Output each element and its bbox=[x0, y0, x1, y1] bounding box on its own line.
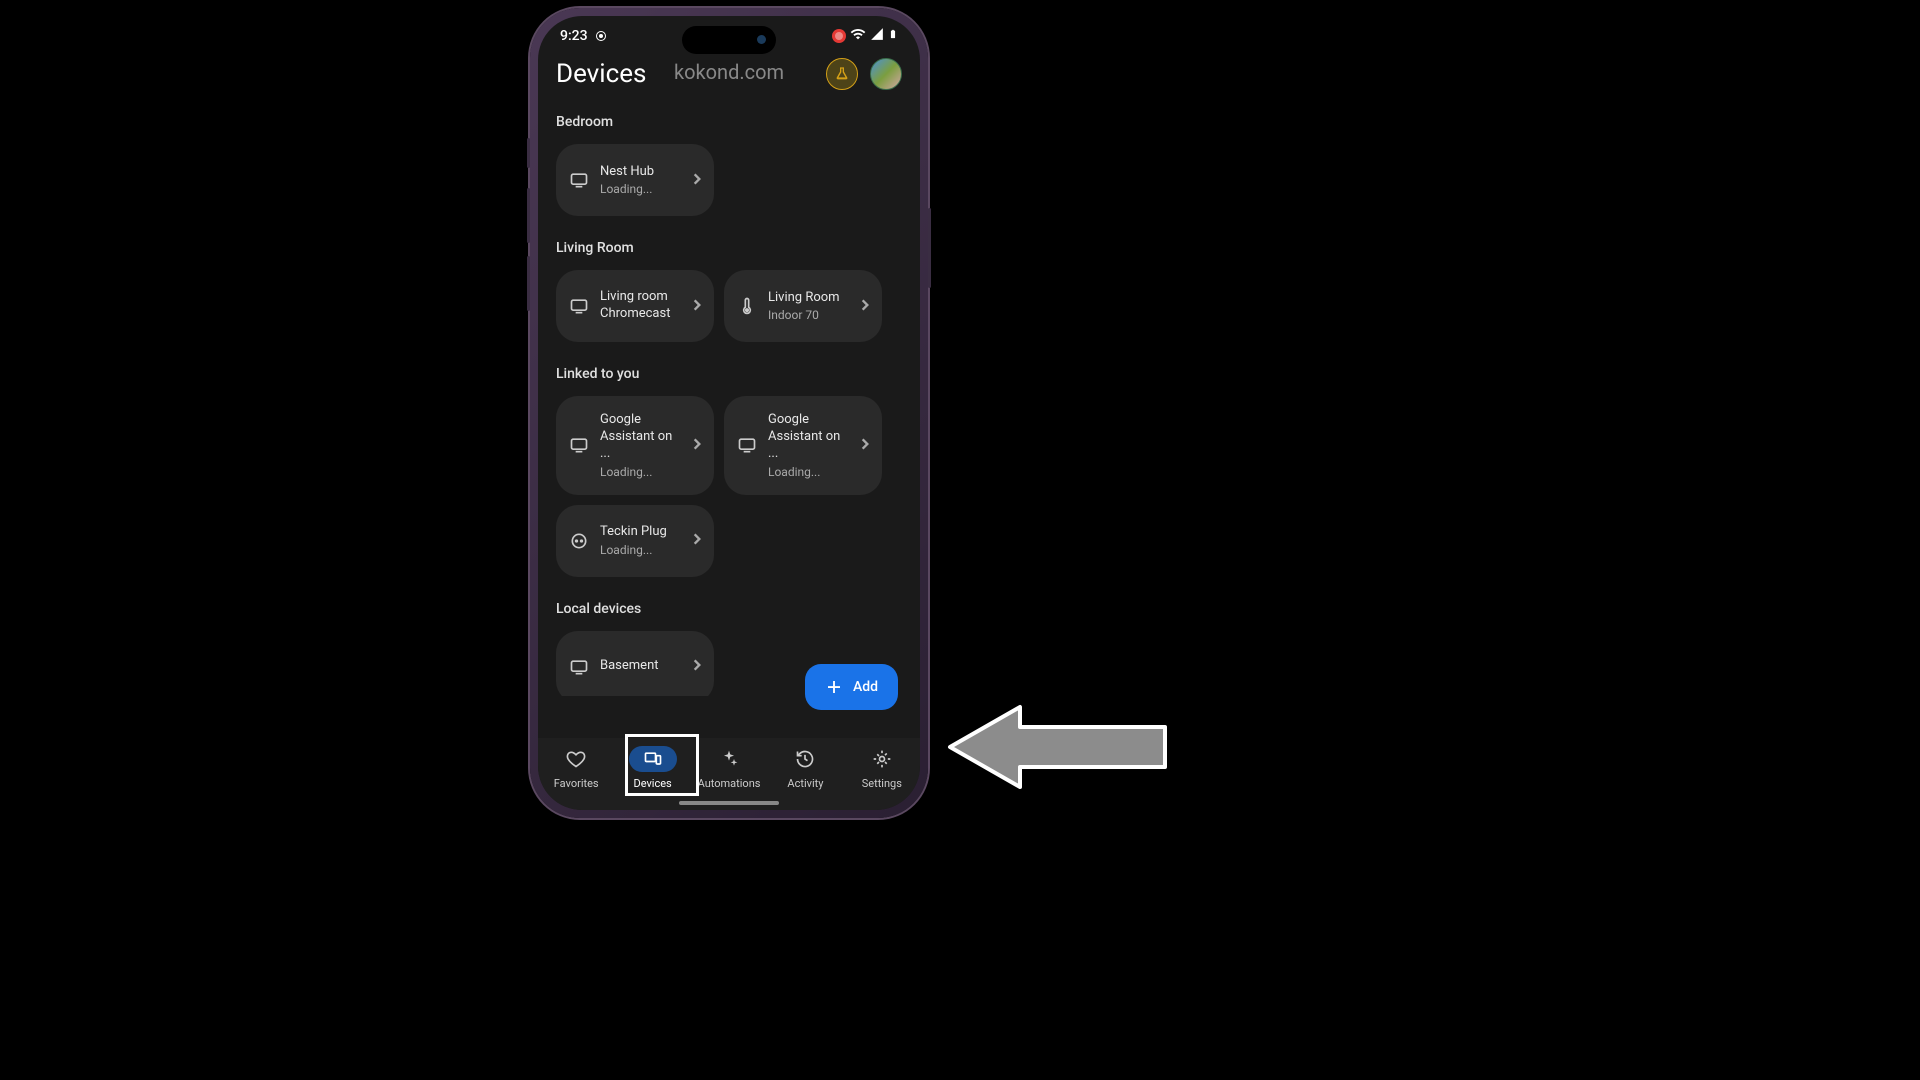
device-text: Google Assistant on ... Loading... bbox=[600, 412, 682, 479]
device-sub: Loading... bbox=[600, 543, 682, 557]
status-time: 9:23 bbox=[560, 28, 588, 44]
home-indicator[interactable] bbox=[679, 801, 779, 805]
phone-side-button bbox=[527, 188, 530, 243]
nav-settings[interactable]: Settings bbox=[844, 746, 920, 790]
section-label: Linked to you bbox=[556, 366, 902, 382]
device-card-plug[interactable]: Teckin Plug Loading... bbox=[556, 505, 714, 577]
nav-automations[interactable]: Automations bbox=[691, 746, 767, 790]
nav-label: Settings bbox=[862, 777, 902, 790]
header-actions bbox=[826, 58, 902, 90]
display-icon bbox=[568, 169, 590, 191]
chevron-right-icon bbox=[692, 657, 702, 676]
add-label: Add bbox=[853, 679, 878, 695]
section-row: Google Assistant on ... Loading... Googl… bbox=[556, 396, 902, 577]
device-card-chromecast[interactable]: Living room Chromecast bbox=[556, 270, 714, 342]
nav-devices[interactable]: Devices bbox=[614, 746, 690, 790]
device-title: Google Assistant on ... bbox=[600, 412, 682, 463]
device-sub: Loading... bbox=[768, 465, 850, 479]
phone-frame: 9:23 kokond.com Devices bbox=[530, 8, 928, 818]
chevron-right-icon bbox=[860, 436, 870, 455]
nav-favorites[interactable]: Favorites bbox=[538, 746, 614, 790]
device-card-assistant[interactable]: Google Assistant on ... Loading... bbox=[724, 396, 882, 495]
watermark: kokond.com bbox=[674, 60, 784, 84]
nav-label: Activity bbox=[787, 777, 823, 790]
add-button[interactable]: Add bbox=[805, 664, 898, 710]
wifi-icon bbox=[850, 26, 866, 46]
nav-activity[interactable]: Activity bbox=[767, 746, 843, 790]
heart-icon bbox=[566, 749, 586, 769]
nav-label: Devices bbox=[633, 777, 671, 790]
device-sub: Loading... bbox=[600, 465, 682, 479]
phone-notch bbox=[682, 26, 776, 54]
plug-icon bbox=[568, 530, 590, 552]
signal-icon bbox=[870, 27, 884, 45]
phone-screen: 9:23 kokond.com Devices bbox=[538, 16, 920, 810]
device-title: Living room Chromecast bbox=[600, 289, 682, 323]
device-title: Living Room bbox=[768, 290, 850, 307]
status-left: 9:23 bbox=[560, 28, 606, 44]
device-card-basement[interactable]: Basement bbox=[556, 631, 714, 696]
bottom-nav: Favorites Devices Automations Activity S… bbox=[538, 738, 920, 810]
section-label: Bedroom bbox=[556, 114, 902, 130]
section-label: Local devices bbox=[556, 601, 902, 617]
chevron-right-icon bbox=[692, 171, 702, 190]
labs-button[interactable] bbox=[826, 58, 858, 90]
chevron-right-icon bbox=[692, 436, 702, 455]
chevron-right-icon bbox=[692, 297, 702, 316]
section-row: Nest Hub Loading... bbox=[556, 144, 902, 216]
display-icon bbox=[568, 434, 590, 456]
account-avatar[interactable] bbox=[870, 58, 902, 90]
device-text: Living room Chromecast bbox=[600, 289, 682, 323]
device-title: Google Assistant on ... bbox=[768, 412, 850, 463]
gear-icon bbox=[872, 749, 892, 769]
thermometer-icon bbox=[736, 295, 758, 317]
device-card-assistant[interactable]: Google Assistant on ... Loading... bbox=[556, 396, 714, 495]
device-text: Nest Hub Loading... bbox=[600, 164, 682, 197]
battery-icon bbox=[888, 26, 898, 46]
device-sub: Loading... bbox=[600, 182, 682, 196]
record-indicator-icon bbox=[596, 31, 606, 41]
nav-label: Favorites bbox=[554, 777, 599, 790]
display-icon bbox=[568, 656, 590, 678]
phone-side-button bbox=[527, 138, 530, 168]
device-list[interactable]: Bedroom Nest Hub Loading... Living Room … bbox=[538, 104, 920, 696]
arrow-annotation bbox=[940, 692, 1180, 812]
device-text: Living Room Indoor 70 bbox=[768, 290, 850, 323]
device-text: Google Assistant on ... Loading... bbox=[768, 412, 850, 479]
flask-icon bbox=[834, 66, 850, 82]
device-card-thermostat[interactable]: Living Room Indoor 70 bbox=[724, 270, 882, 342]
device-title: Nest Hub bbox=[600, 164, 682, 181]
nav-label: Automations bbox=[698, 777, 761, 790]
status-right bbox=[832, 26, 898, 46]
phone-side-button bbox=[527, 256, 530, 311]
device-text: Teckin Plug Loading... bbox=[600, 524, 682, 557]
plus-icon bbox=[825, 678, 843, 696]
phone-side-button bbox=[928, 208, 931, 288]
device-text: Basement bbox=[600, 658, 682, 675]
chevron-right-icon bbox=[692, 531, 702, 550]
devices-icon bbox=[643, 749, 663, 769]
history-icon bbox=[795, 749, 815, 769]
device-title: Teckin Plug bbox=[600, 524, 682, 541]
section-row: Living room Chromecast Living Room Indoo… bbox=[556, 270, 902, 342]
sparkle-icon bbox=[719, 749, 739, 769]
display-icon bbox=[736, 434, 758, 456]
section-label: Living Room bbox=[556, 240, 902, 256]
page-title: Devices bbox=[556, 59, 646, 89]
device-sub: Indoor 70 bbox=[768, 308, 850, 322]
screen-record-icon bbox=[832, 29, 846, 43]
device-card-nest-hub[interactable]: Nest Hub Loading... bbox=[556, 144, 714, 216]
display-icon bbox=[568, 295, 590, 317]
device-title: Basement bbox=[600, 658, 682, 675]
chevron-right-icon bbox=[860, 297, 870, 316]
